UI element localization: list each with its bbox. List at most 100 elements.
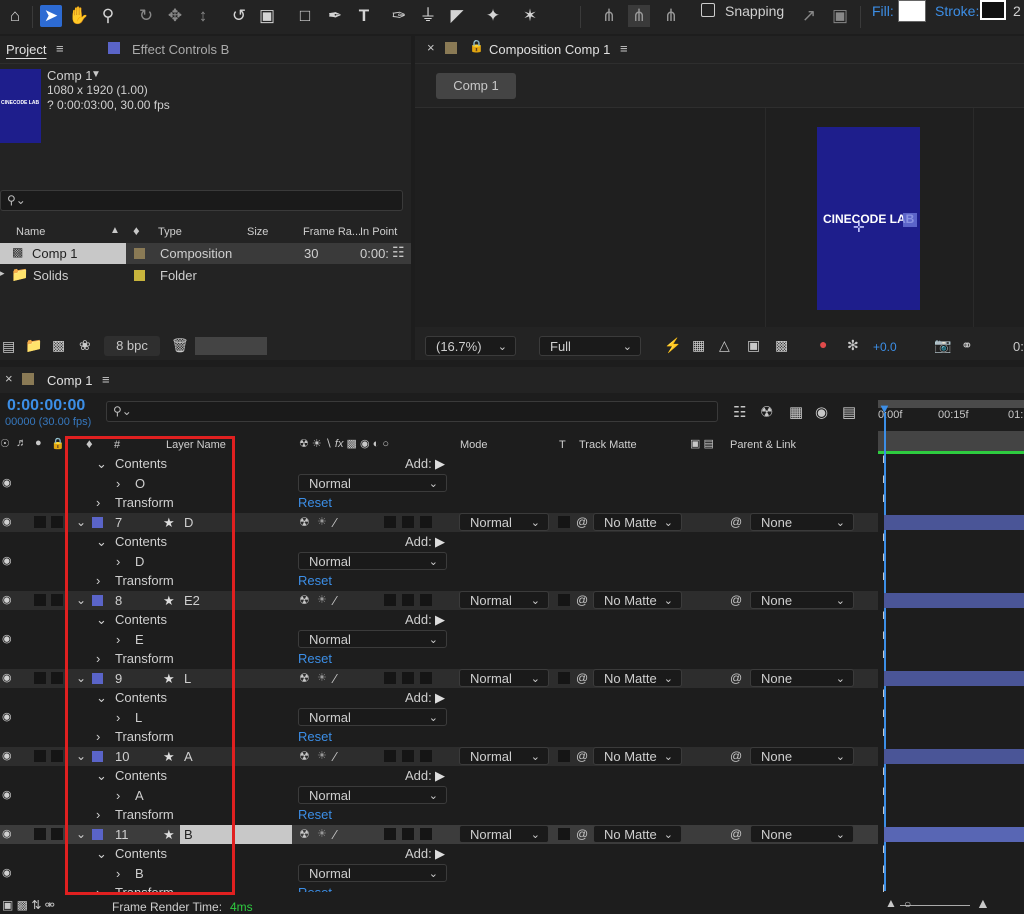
track-matte-dropdown[interactable]: No Matte ⌄ bbox=[593, 513, 682, 531]
layer-bar[interactable] bbox=[884, 671, 1024, 686]
lock-checkbox[interactable] bbox=[51, 594, 63, 606]
layer-bounding-box[interactable] bbox=[903, 213, 917, 227]
switch-box[interactable] bbox=[402, 828, 414, 840]
timeline-track[interactable]: I bbox=[878, 805, 1024, 824]
pick-whip-icon[interactable]: @ bbox=[576, 669, 588, 688]
sort-up-icon[interactable]: ▲ bbox=[110, 225, 120, 236]
collapse-switch-icon[interactable]: ☀ bbox=[317, 747, 327, 766]
type-tool-icon[interactable]: T bbox=[353, 5, 375, 27]
switch-box[interactable] bbox=[402, 594, 414, 606]
timeline-ruler[interactable] bbox=[878, 431, 1024, 451]
layer-duration-bar[interactable] bbox=[878, 669, 1024, 688]
transparency-grid-icon[interactable]: ▦ bbox=[692, 337, 705, 354]
col-name[interactable]: Name bbox=[16, 226, 45, 238]
parent-pick-whip-icon[interactable]: @ bbox=[730, 825, 742, 844]
timeline-track[interactable]: I bbox=[878, 883, 1024, 892]
blend-mode-dropdown[interactable]: Normal ⌄ bbox=[298, 630, 447, 648]
lock-icon[interactable]: 🔒 bbox=[469, 39, 484, 53]
reset-link[interactable]: Reset bbox=[298, 727, 332, 746]
shy-switch-icon[interactable]: ☢ bbox=[299, 747, 310, 766]
selection-tool-icon[interactable]: ➤ bbox=[40, 5, 62, 27]
track-matte-dropdown[interactable]: No Matte ⌄ bbox=[593, 669, 682, 687]
track-matte-dropdown[interactable]: No Matte ⌄ bbox=[593, 591, 682, 609]
switch-box[interactable] bbox=[384, 516, 396, 528]
add-menu-icon[interactable]: ▶ bbox=[435, 766, 445, 785]
anchor-tool-icon[interactable]: ▣ bbox=[256, 5, 278, 27]
clone-stamp-icon[interactable]: ⏚ bbox=[417, 5, 439, 27]
reset-link[interactable]: Reset bbox=[298, 883, 332, 892]
visibility-eye-icon[interactable]: ◉ bbox=[2, 708, 12, 727]
mode-dropdown[interactable]: Normal ⌄ bbox=[459, 669, 549, 687]
parent-dropdown[interactable]: None ⌄ bbox=[750, 747, 854, 765]
project-item-folder[interactable]: ▸ 📁 Solids Folder bbox=[0, 265, 411, 286]
switch-box[interactable] bbox=[384, 672, 396, 684]
layer-duration-bar[interactable] bbox=[878, 591, 1024, 610]
preserve-transparency-checkbox[interactable] bbox=[558, 516, 570, 528]
work-area-bar[interactable] bbox=[878, 400, 1024, 408]
timeline-search-input[interactable]: ⚲⌄ bbox=[106, 401, 718, 422]
tab-effect-controls[interactable]: Effect Controls B bbox=[132, 42, 229, 57]
mode-dropdown[interactable]: Normal ⌄ bbox=[459, 825, 549, 843]
timeline-track[interactable]: I bbox=[878, 474, 1024, 493]
switch-box[interactable] bbox=[402, 750, 414, 762]
reset-link[interactable]: Reset bbox=[298, 571, 332, 590]
preserve-transparency-checkbox[interactable] bbox=[558, 672, 570, 684]
switch-box[interactable] bbox=[402, 672, 414, 684]
exposure-value[interactable]: +0.0 bbox=[873, 340, 897, 354]
label-tag-icon[interactable]: ♦ bbox=[133, 223, 140, 238]
chevron-down-icon[interactable]: ▼ bbox=[91, 69, 101, 80]
channels-icon[interactable]: ● bbox=[819, 336, 827, 352]
blend-mode-dropdown[interactable]: Normal ⌄ bbox=[298, 474, 447, 492]
graph-editor-icon[interactable]: ▤ bbox=[842, 403, 856, 421]
stroke-width[interactable]: 2 bbox=[1013, 3, 1021, 19]
timeline-track[interactable]: I bbox=[878, 493, 1024, 512]
hand-tool-icon[interactable]: ✋ bbox=[68, 5, 90, 27]
shy-layers-icon[interactable]: ☢ bbox=[760, 403, 773, 421]
close-icon[interactable]: × bbox=[5, 371, 13, 386]
chevron-right-icon[interactable]: ▸ bbox=[0, 268, 5, 279]
current-time-display[interactable]: 0: bbox=[1013, 339, 1024, 354]
col-in-point[interactable]: In Point bbox=[360, 226, 397, 238]
label-swatch[interactable] bbox=[134, 270, 145, 281]
col-type[interactable]: Type bbox=[158, 226, 182, 238]
rectangle-tool-icon[interactable]: □ bbox=[294, 5, 316, 27]
trash-icon[interactable]: 🗑 bbox=[171, 337, 189, 354]
layer-duration-bar[interactable] bbox=[878, 513, 1024, 532]
quality-switch-icon[interactable]: ∕ bbox=[334, 825, 336, 844]
visibility-eye-icon[interactable]: ◉ bbox=[2, 552, 12, 571]
reset-link[interactable]: Reset bbox=[298, 493, 332, 512]
shy-switch-icon[interactable]: ☢ bbox=[299, 669, 310, 688]
timeline-track[interactable]: I bbox=[878, 727, 1024, 746]
lock-checkbox[interactable] bbox=[51, 750, 63, 762]
parent-dropdown[interactable]: None ⌄ bbox=[750, 513, 854, 531]
mode-dropdown[interactable]: Normal ⌄ bbox=[459, 747, 549, 765]
switch-box[interactable] bbox=[420, 594, 432, 606]
pick-whip-icon[interactable]: @ bbox=[576, 513, 588, 532]
zoom-dropdown[interactable]: (16.7%) ⌄ bbox=[425, 336, 516, 356]
visibility-eye-icon[interactable]: ◉ bbox=[2, 747, 12, 766]
timeline-track[interactable]: I bbox=[878, 571, 1024, 590]
timeline-track[interactable]: I bbox=[878, 864, 1024, 883]
pen-tool-icon[interactable]: ✒ bbox=[324, 5, 346, 27]
zoom-out-icon[interactable]: ▲ bbox=[885, 896, 897, 910]
parent-dropdown[interactable]: None ⌄ bbox=[750, 591, 854, 609]
solo-checkbox[interactable] bbox=[34, 672, 46, 684]
pan-camera-icon[interactable]: ✥ bbox=[164, 5, 186, 27]
panel-menu-icon[interactable]: ≡ bbox=[620, 41, 628, 56]
current-timecode[interactable]: 0:00:00:00 bbox=[7, 397, 85, 415]
puppet-pin-icon[interactable]: ✶ bbox=[519, 5, 541, 27]
label-swatch[interactable] bbox=[134, 248, 145, 259]
panel-menu-icon[interactable]: ≡ bbox=[56, 41, 64, 56]
visibility-eye-icon[interactable]: ◉ bbox=[2, 513, 12, 532]
col-mode[interactable]: Mode bbox=[460, 439, 488, 451]
pick-whip-icon[interactable]: @ bbox=[576, 825, 588, 844]
add-menu-icon[interactable]: ▶ bbox=[435, 454, 445, 473]
project-slider[interactable] bbox=[195, 337, 267, 355]
axis-world-icon[interactable]: ⋔ bbox=[628, 5, 650, 27]
lock-checkbox[interactable] bbox=[51, 516, 63, 528]
timeline-track[interactable]: I bbox=[878, 552, 1024, 571]
parent-pick-whip-icon[interactable]: @ bbox=[730, 669, 742, 688]
visibility-eye-icon[interactable]: ◉ bbox=[2, 591, 12, 610]
timeline-track[interactable]: I bbox=[878, 766, 1024, 785]
visibility-eye-icon[interactable]: ◉ bbox=[2, 630, 12, 649]
